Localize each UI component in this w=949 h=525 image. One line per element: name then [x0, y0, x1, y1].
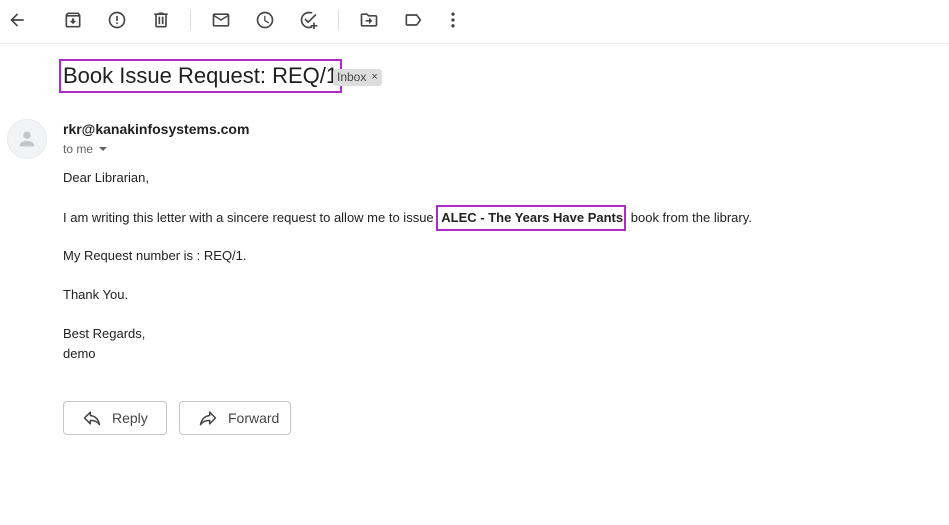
- snooze-icon[interactable]: [253, 8, 277, 32]
- toolbar-divider: [190, 10, 191, 30]
- add-task-icon[interactable]: [297, 8, 321, 32]
- person-icon: [19, 131, 35, 147]
- body-text-after: book from the library.: [630, 210, 752, 225]
- report-spam-icon[interactable]: [105, 8, 129, 32]
- remove-label-icon[interactable]: ×: [371, 69, 377, 86]
- toolbar-divider: [338, 10, 339, 30]
- reply-label: Reply: [112, 410, 148, 426]
- reply-button[interactable]: Reply: [63, 401, 167, 435]
- delete-icon[interactable]: [149, 8, 173, 32]
- inbox-label-chip: Inbox ×: [333, 69, 382, 86]
- forward-icon: [199, 411, 217, 426]
- email-signature: demo: [63, 346, 96, 361]
- body-text-before: I am writing this letter with a sincere …: [63, 210, 434, 225]
- email-closing: Best Regards,: [63, 326, 146, 341]
- toolbar: [0, 0, 949, 44]
- email-body-line-1: I am writing this letter with a sincere …: [63, 205, 752, 231]
- email-body-line-2: My Request number is : REQ/1.: [63, 248, 247, 263]
- mark-unread-icon[interactable]: [209, 8, 233, 32]
- back-arrow-icon[interactable]: [5, 8, 29, 32]
- label-icon[interactable]: [401, 8, 425, 32]
- recipient-details-toggle[interactable]: to me: [63, 142, 108, 156]
- more-options-icon[interactable]: [441, 8, 465, 32]
- reply-icon: [83, 411, 101, 426]
- forward-button[interactable]: Forward: [179, 401, 291, 435]
- label-chip-text: Inbox: [337, 70, 367, 84]
- recipient-text: to me: [63, 142, 94, 156]
- avatar: [7, 119, 47, 159]
- email-greeting: Dear Librarian,: [63, 170, 149, 185]
- email-subject: Book Issue Request: REQ/1: [59, 59, 343, 93]
- archive-icon[interactable]: [61, 8, 85, 32]
- forward-label: Forward: [228, 410, 280, 426]
- chevron-down-icon: [99, 147, 108, 151]
- sender-email[interactable]: rkr@kanakinfosystems.com: [63, 121, 249, 137]
- email-body-line-3: Thank You.: [63, 287, 129, 302]
- move-to-icon[interactable]: [357, 8, 381, 32]
- book-title-highlight: ALEC - The Years Have Pants: [436, 205, 627, 231]
